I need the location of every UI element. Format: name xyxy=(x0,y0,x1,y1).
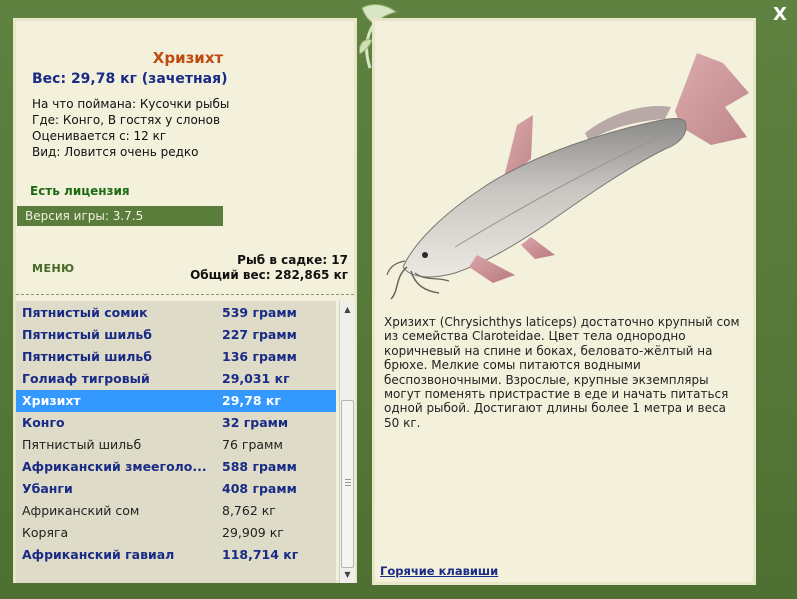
catch-weight: 227 грамм xyxy=(222,327,297,342)
catch-weight: 136 грамм xyxy=(222,349,297,364)
catch-row[interactable]: Пятнистый шильб 76 грамм xyxy=(16,434,336,456)
scroll-thumb[interactable] xyxy=(341,400,354,568)
catch-list-scrollbar[interactable]: ▲ ▼ xyxy=(339,301,355,583)
catch-name: Голиаф тигровый xyxy=(22,371,150,386)
catch-weight: 32 грамм xyxy=(222,415,289,430)
hotkeys-link[interactable]: Горячие клавиши xyxy=(380,564,498,578)
scroll-up-arrow-icon[interactable]: ▲ xyxy=(340,302,355,317)
catch-row[interactable]: Пятнистый шильб 227 грамм xyxy=(16,324,336,346)
catch-weight: 29,78 кг xyxy=(222,393,281,408)
fish-description: Хризихт (Chrysichthys laticeps) достаточ… xyxy=(384,315,740,430)
info-rarity: Вид: Ловится очень редко xyxy=(32,145,199,159)
catch-weight: 8,762 кг xyxy=(222,503,276,518)
catch-weight: 588 грамм xyxy=(222,459,297,474)
game-version: Версия игры: 3.7.5 xyxy=(17,206,223,226)
catch-name: Убанги xyxy=(22,481,73,496)
catch-row[interactable]: Пятнистый сомик 539 грамм xyxy=(16,302,336,324)
catch-weight: 539 грамм xyxy=(222,305,297,320)
left-panel: Хризихт Вес: 29,78 кг (зачетная) На что … xyxy=(13,18,357,583)
catch-name: Пятнистый шильб xyxy=(22,327,153,342)
scroll-down-arrow-icon[interactable]: ▼ xyxy=(340,567,355,582)
info-bait: На что поймана: Кусочки рыбы xyxy=(32,97,230,111)
catch-row[interactable]: Пятнистый шильб 136 грамм xyxy=(16,346,336,368)
catch-name: Коряга xyxy=(22,525,69,540)
catch-weight: 29,031 кг xyxy=(222,371,290,386)
catch-name: Хризихт xyxy=(22,393,81,408)
info-min-weight: Оценивается с: 12 кг xyxy=(32,129,167,143)
close-button[interactable]: X xyxy=(771,6,789,24)
catch-weight: 29,909 кг xyxy=(222,525,284,540)
fish-image xyxy=(386,53,749,300)
separator xyxy=(16,294,354,295)
total-weight: Общий вес: 282,865 кг xyxy=(190,268,348,282)
catch-row[interactable]: Хризихт 29,78 кг xyxy=(16,390,336,412)
catch-name: Африканский сом xyxy=(22,503,140,518)
catch-weight: 118,714 кг xyxy=(222,547,299,562)
catch-name: Африканский гавиал xyxy=(22,547,175,562)
menu-button[interactable]: МЕНЮ xyxy=(32,262,75,275)
grip-icon xyxy=(345,479,351,486)
catch-name: Пятнистый сомик xyxy=(22,305,148,320)
right-panel: Хризихт (Chrysichthys laticeps) достаточ… xyxy=(372,18,756,585)
catch-list: Пятнистый сомик 539 грамм Пятнистый шильб 2… xyxy=(16,301,336,583)
catch-name: Конго xyxy=(22,415,65,430)
catch-row[interactable]: Конго 32 грамм xyxy=(16,412,336,434)
keepnet-stats: Рыб в садке: 17 Общий вес: 282,865 кг xyxy=(190,253,348,283)
fish-weight: Вес: 29,78 кг (зачетная) xyxy=(32,71,228,87)
fish-count: Рыб в садке: 17 xyxy=(237,253,348,267)
catch-weight: 76 грамм xyxy=(222,437,283,452)
catch-weight: 408 грамм xyxy=(222,481,297,496)
catch-name: Африканский змееголо... xyxy=(22,459,207,474)
catch-row[interactable]: Африканский гавиал 118,714 кг xyxy=(16,544,336,566)
info-location: Где: Конго, В гостях у слонов xyxy=(32,113,221,127)
fish-title: Хризихт xyxy=(152,49,224,67)
license-status: Есть лицензия xyxy=(30,184,130,198)
catch-row[interactable]: Убанги 408 грамм xyxy=(16,478,336,500)
catch-row[interactable]: Африканский сом 8,762 кг xyxy=(16,500,336,522)
catch-name: Пятнистый шильб xyxy=(22,349,153,364)
catch-row[interactable]: Коряга 29,909 кг xyxy=(16,522,336,544)
catch-name: Пятнистый шильб xyxy=(22,437,142,452)
catch-row[interactable]: Голиаф тигровый 29,031 кг xyxy=(16,368,336,390)
catch-row[interactable]: Африканский змееголо... 588 грамм xyxy=(16,456,336,478)
